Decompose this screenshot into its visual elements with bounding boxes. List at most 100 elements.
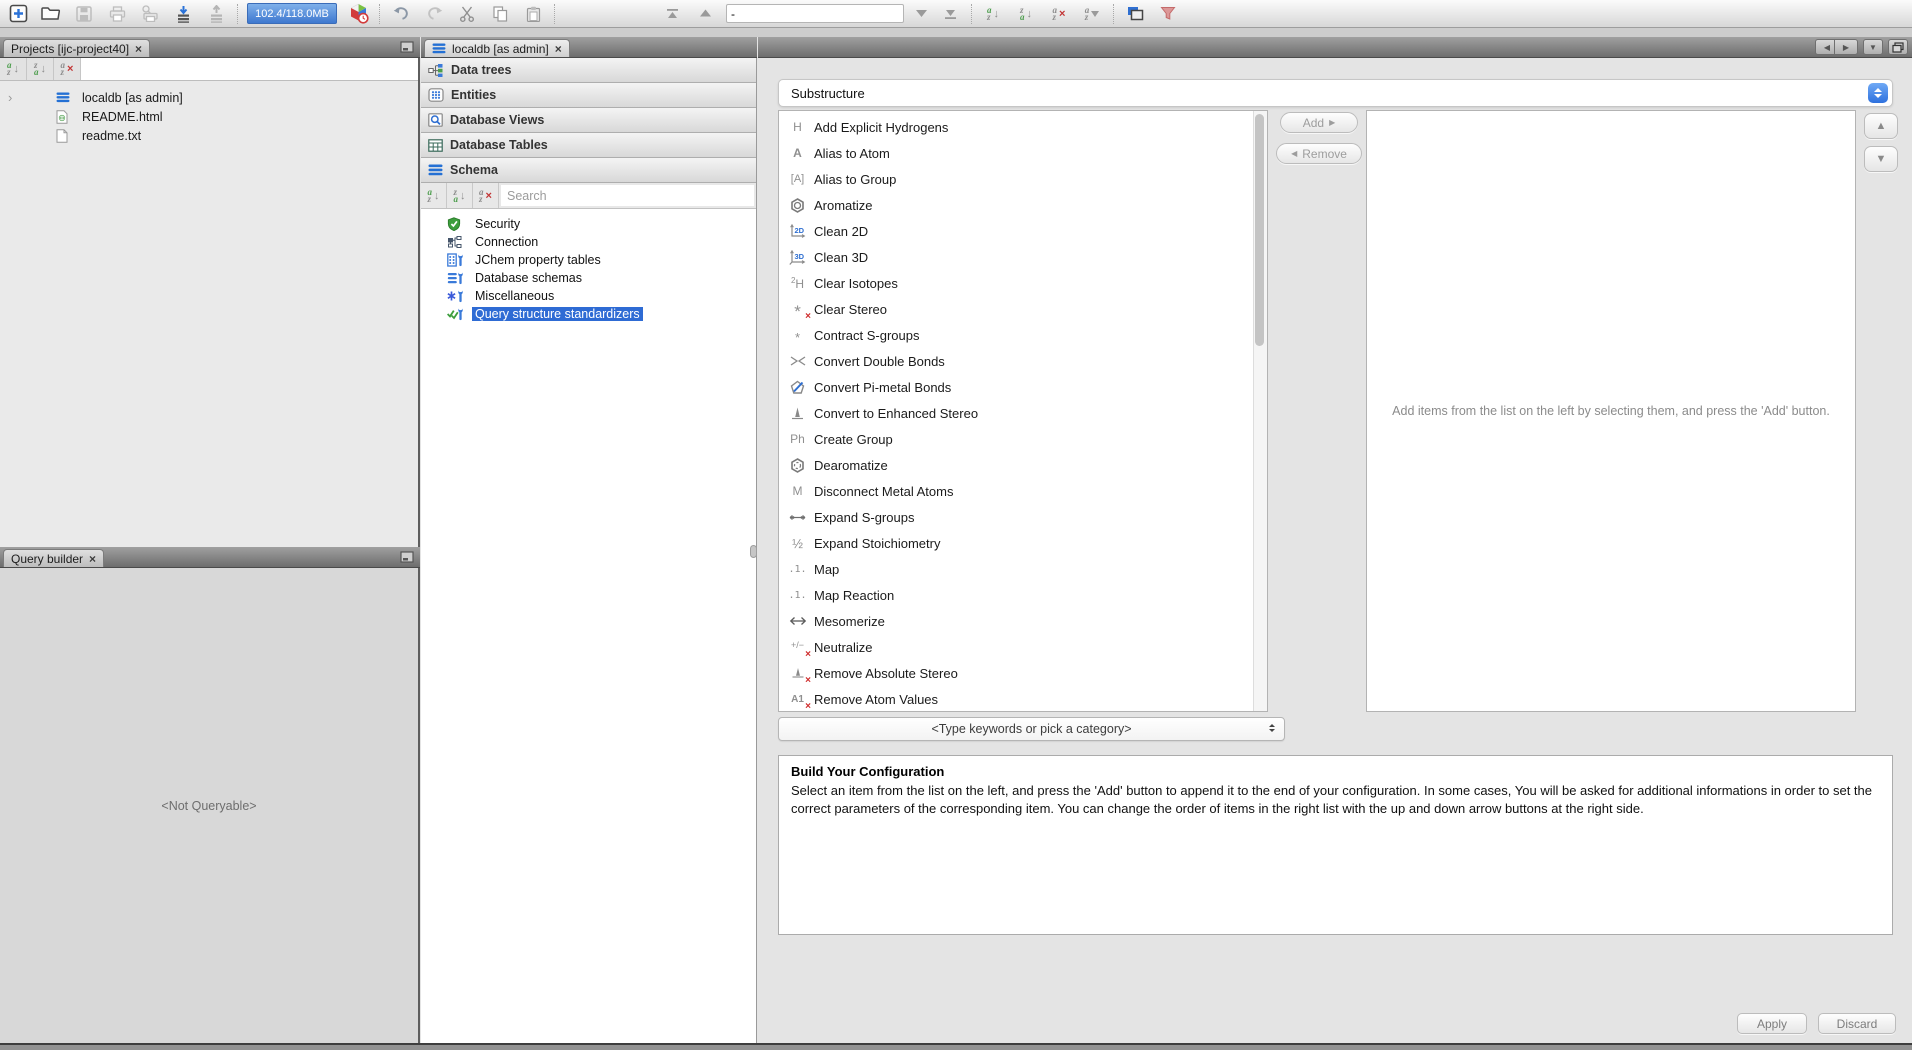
move-up-button[interactable]: ▲	[1864, 113, 1898, 139]
standardizer-list-item[interactable]: MDisconnect Metal Atoms	[779, 478, 1267, 504]
sort-ascending-button[interactable]: az↓	[0, 58, 27, 80]
standardizer-list-item[interactable]: 2DClean 2D	[779, 218, 1267, 244]
memory-indicator[interactable]: 102.4/118.0MB	[247, 3, 337, 24]
section-label: Schema	[450, 163, 498, 177]
standardizer-list-item[interactable]: Mesomerize	[779, 608, 1267, 634]
expand-chevron-icon[interactable]: ›	[8, 90, 20, 105]
schema-item-label: JChem property tables	[472, 253, 604, 267]
standardizer-list-item[interactable]: .1.Map Reaction	[779, 582, 1267, 608]
apply-button[interactable]: Apply	[1737, 1013, 1807, 1034]
sort-descending-button[interactable]: za↓	[1014, 3, 1038, 25]
schema-tree-item[interactable]: JChem property tables	[421, 251, 756, 269]
close-icon[interactable]: ×	[135, 43, 142, 55]
standardizer-list-item[interactable]: HAdd Explicit Hydrogens	[779, 114, 1267, 140]
section-header-schema[interactable]: Schema	[421, 158, 756, 183]
undo-button[interactable]	[389, 3, 413, 25]
tab-query-builder[interactable]: Query builder ×	[3, 549, 104, 567]
clear-sort-button[interactable]: az×	[473, 183, 499, 208]
section-header-entities[interactable]: Entities	[421, 83, 756, 108]
section-header-database-tables[interactable]: Database Tables	[421, 133, 756, 158]
standardizer-list-item[interactable]: Aromatize	[779, 192, 1267, 218]
standardizer-list-item[interactable]: A1×Remove Atom Values	[779, 686, 1267, 712]
add-button[interactable]: Add ▶	[1280, 112, 1358, 133]
copy-button[interactable]	[488, 3, 512, 25]
print-preview-button[interactable]	[138, 3, 162, 25]
standardizer-type-select[interactable]: Substructure	[778, 79, 1893, 107]
list-scrollbar[interactable]	[1253, 111, 1267, 711]
standardizer-list-item[interactable]: Convert to Enhanced Stereo	[779, 400, 1267, 426]
go-first-row-button[interactable]	[660, 3, 684, 25]
move-down-button[interactable]: ▼	[1864, 146, 1898, 172]
clear-sort-button[interactable]: az×	[54, 58, 81, 80]
minimize-window-group-button[interactable]	[400, 41, 414, 53]
print-button[interactable]	[105, 3, 129, 25]
sort-ascending-button[interactable]: az↓	[981, 3, 1005, 25]
discard-button[interactable]: Discard	[1818, 1013, 1896, 1034]
standardizer-list-item[interactable]: [A]Alias to Group	[779, 166, 1267, 192]
clear-stereo-icon: *×	[787, 300, 808, 318]
sort-ascending-button[interactable]: az↓	[421, 183, 447, 208]
close-icon[interactable]: ×	[89, 553, 96, 565]
standardizer-list-item[interactable]: 3DClean 3D	[779, 244, 1267, 270]
tab-projects[interactable]: Projects [ijc-project40] ×	[3, 39, 150, 57]
select-stepper-icon[interactable]	[1868, 83, 1888, 103]
schema-tree-item[interactable]: Miscellaneous	[421, 287, 756, 305]
standardizer-list-item[interactable]: ×Remove Absolute Stereo	[779, 660, 1267, 686]
schema-tree-item[interactable]: Query structure standardizers	[421, 305, 756, 323]
standardizer-list-item[interactable]: 2HClear Isotopes	[779, 270, 1267, 296]
cut-button[interactable]	[455, 3, 479, 25]
save-all-button[interactable]	[72, 3, 96, 25]
standardizer-list-item[interactable]: AAlias to Atom	[779, 140, 1267, 166]
sort-descending-button[interactable]: za↓	[27, 58, 54, 80]
previous-row-button[interactable]	[693, 3, 717, 25]
new-file-button[interactable]	[6, 3, 30, 25]
open-project-button[interactable]	[39, 3, 63, 25]
close-icon[interactable]: ×	[555, 43, 562, 55]
standardizer-list-item[interactable]: *Contract S-groups	[779, 322, 1267, 348]
paste-button[interactable]	[521, 3, 545, 25]
section-header-data-trees[interactable]: Data trees	[421, 58, 756, 83]
standardizer-list-item[interactable]: PhCreate Group	[779, 426, 1267, 452]
project-tree-item[interactable]: readme.txt	[0, 126, 418, 145]
tab-localdb-schema[interactable]: localdb [as admin] ×	[424, 39, 570, 57]
standardizer-list-item[interactable]: Dearomatize	[779, 452, 1267, 478]
import-button[interactable]	[171, 3, 195, 25]
project-tree-item[interactable]: README.html	[0, 107, 418, 126]
schema-tree-item[interactable]: Database schemas	[421, 269, 756, 287]
minimize-window-group-button[interactable]	[400, 551, 414, 563]
custom-sort-button[interactable]: az	[1080, 3, 1104, 25]
standardizer-list-item[interactable]: Convert Double Bonds	[779, 348, 1267, 374]
projects-filter-input[interactable]	[81, 58, 418, 80]
category-filter-select[interactable]: <Type keywords or pick a category>	[778, 717, 1285, 741]
scrollbar-thumb[interactable]	[1255, 114, 1264, 346]
schema-search-input[interactable]	[501, 185, 754, 206]
redo-button[interactable]	[422, 3, 446, 25]
project-tree-item[interactable]: ›localdb [as admin]	[0, 88, 418, 107]
remove-atom-values-icon: A1×	[787, 690, 808, 708]
section-header-database-views[interactable]: Database Views	[421, 108, 756, 133]
row-dropdown-button[interactable]	[913, 3, 929, 25]
standardizer-list-item[interactable]: *×Clear Stereo	[779, 296, 1267, 322]
filter-button[interactable]	[1156, 3, 1180, 25]
export-button[interactable]	[204, 3, 228, 25]
schema-tree-item[interactable]: Security	[421, 215, 756, 233]
go-last-row-button[interactable]	[938, 3, 962, 25]
remove-button[interactable]: ◀ Remove	[1276, 143, 1362, 164]
standardizer-list-item[interactable]: ½Expand Stoichiometry	[779, 530, 1267, 556]
help-box: Build Your Configuration Select an item …	[778, 755, 1893, 935]
scheduler-button[interactable]	[346, 3, 370, 25]
sort-descending-button[interactable]: za↓	[447, 183, 473, 208]
standardizer-list-item[interactable]: .1.Map	[779, 556, 1267, 582]
schema-tree-item[interactable]: Connection	[421, 233, 756, 251]
tab-scroll-right-button[interactable]: ▶	[1834, 39, 1858, 55]
current-row-input[interactable]	[726, 4, 904, 23]
standardizer-list-item[interactable]: Expand S-groups	[779, 504, 1267, 530]
tab-list-dropdown-button[interactable]: ▼	[1863, 39, 1883, 55]
maximize-window-button[interactable]	[1888, 39, 1908, 55]
projects-tab-label: Projects [ijc-project40]	[11, 42, 129, 56]
standardizer-list-item[interactable]: Convert Pi-metal Bonds	[779, 374, 1267, 400]
windows-button[interactable]	[1123, 3, 1147, 25]
standardizer-list-item[interactable]: +/−×Neutralize	[779, 634, 1267, 660]
clear-sort-button[interactable]: az×	[1047, 3, 1071, 25]
splitter-grip[interactable]	[750, 545, 757, 558]
